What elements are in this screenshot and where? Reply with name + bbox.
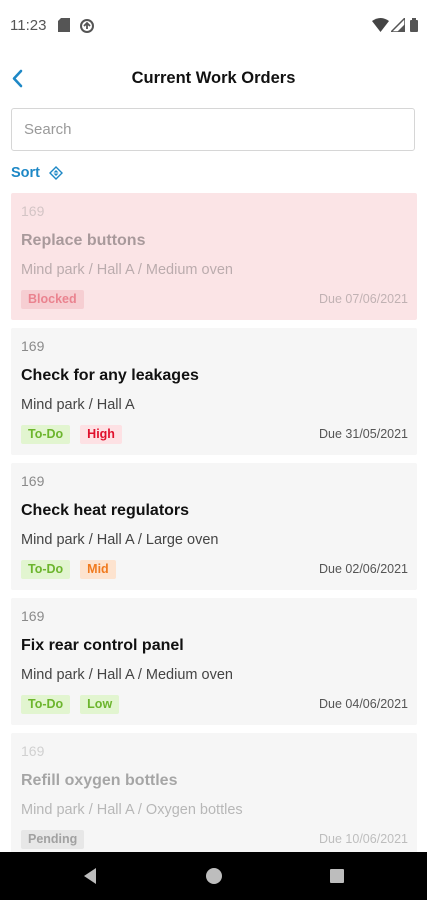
work-order-title: Check heat regulators: [21, 502, 190, 519]
nav-recents-button[interactable]: [325, 864, 349, 888]
sort-diamond-icon: [49, 166, 63, 180]
status-badge: Pending: [21, 830, 85, 849]
work-order-id: 169: [21, 473, 45, 489]
home-circle-icon: [206, 868, 222, 884]
battery-icon: [410, 18, 418, 32]
system-nav-bar: [0, 852, 427, 900]
page-title: Current Work Orders: [131, 69, 296, 87]
data-saver-icon: [80, 19, 94, 33]
status-bar: 11:23: [0, 0, 427, 52]
tag-row: To-Do Mid: [21, 560, 116, 579]
tag-row: To-Do Low: [21, 695, 120, 714]
sd-card-icon: [58, 18, 70, 32]
status-badge: To-Do: [21, 425, 71, 444]
work-order-id: 169: [21, 743, 45, 759]
nav-back-button[interactable]: [79, 864, 103, 888]
work-order-id: 169: [21, 203, 45, 219]
work-order-card[interactable]: 169 Check heat regulators Mind park / Ha…: [11, 463, 417, 590]
work-order-title: Fix rear control panel: [21, 637, 184, 654]
tag-row: Blocked: [21, 290, 84, 309]
work-order-location: Mind park / Hall A: [21, 397, 135, 413]
work-order-card[interactable]: 169 Replace buttons Mind park / Hall A /…: [11, 193, 417, 320]
status-badge: To-Do: [21, 695, 71, 714]
work-order-card[interactable]: 169 Check for any leakages Mind park / H…: [11, 328, 417, 455]
due-date: Due 10/06/2021: [319, 832, 408, 846]
work-order-card[interactable]: 169 Fix rear control panel Mind park / H…: [11, 598, 417, 725]
tag-row: Pending: [21, 830, 85, 849]
status-badge: To-Do: [21, 560, 71, 579]
work-order-title: Replace buttons: [21, 232, 146, 249]
sort-label: Sort: [11, 165, 40, 181]
work-order-title: Check for any leakages: [21, 367, 199, 384]
work-order-location: Mind park / Hall A / Oxygen bottles: [21, 802, 243, 818]
status-badge: Blocked: [21, 290, 84, 309]
priority-badge: Low: [80, 695, 120, 714]
due-date: Due 31/05/2021: [319, 427, 408, 441]
work-order-id: 169: [21, 608, 45, 624]
work-order-location: Mind park / Hall A / Large oven: [21, 532, 219, 548]
search-box: [11, 108, 415, 151]
due-date: Due 07/06/2021: [319, 292, 408, 306]
due-date: Due 02/06/2021: [319, 562, 408, 576]
work-order-title: Refill oxygen bottles: [21, 772, 178, 789]
signal-icon: [391, 18, 405, 32]
work-order-location: Mind park / Hall A / Medium oven: [21, 667, 233, 683]
work-order-id: 169: [21, 338, 45, 354]
work-order-location: Mind park / Hall A / Medium oven: [21, 262, 233, 278]
sort-button[interactable]: Sort: [11, 164, 63, 182]
tag-row: To-Do High: [21, 425, 122, 444]
work-order-card[interactable]: 169 Refill oxygen bottles Mind park / Ha…: [11, 733, 417, 860]
status-time: 11:23: [10, 17, 47, 34]
recents-square-icon: [330, 869, 344, 883]
due-date: Due 04/06/2021: [319, 697, 408, 711]
wifi-icon: [372, 18, 389, 32]
priority-badge: High: [80, 425, 122, 444]
priority-badge: Mid: [80, 560, 116, 579]
nav-home-button[interactable]: [202, 864, 226, 888]
search-input[interactable]: [12, 109, 414, 150]
back-triangle-icon: [84, 868, 96, 884]
